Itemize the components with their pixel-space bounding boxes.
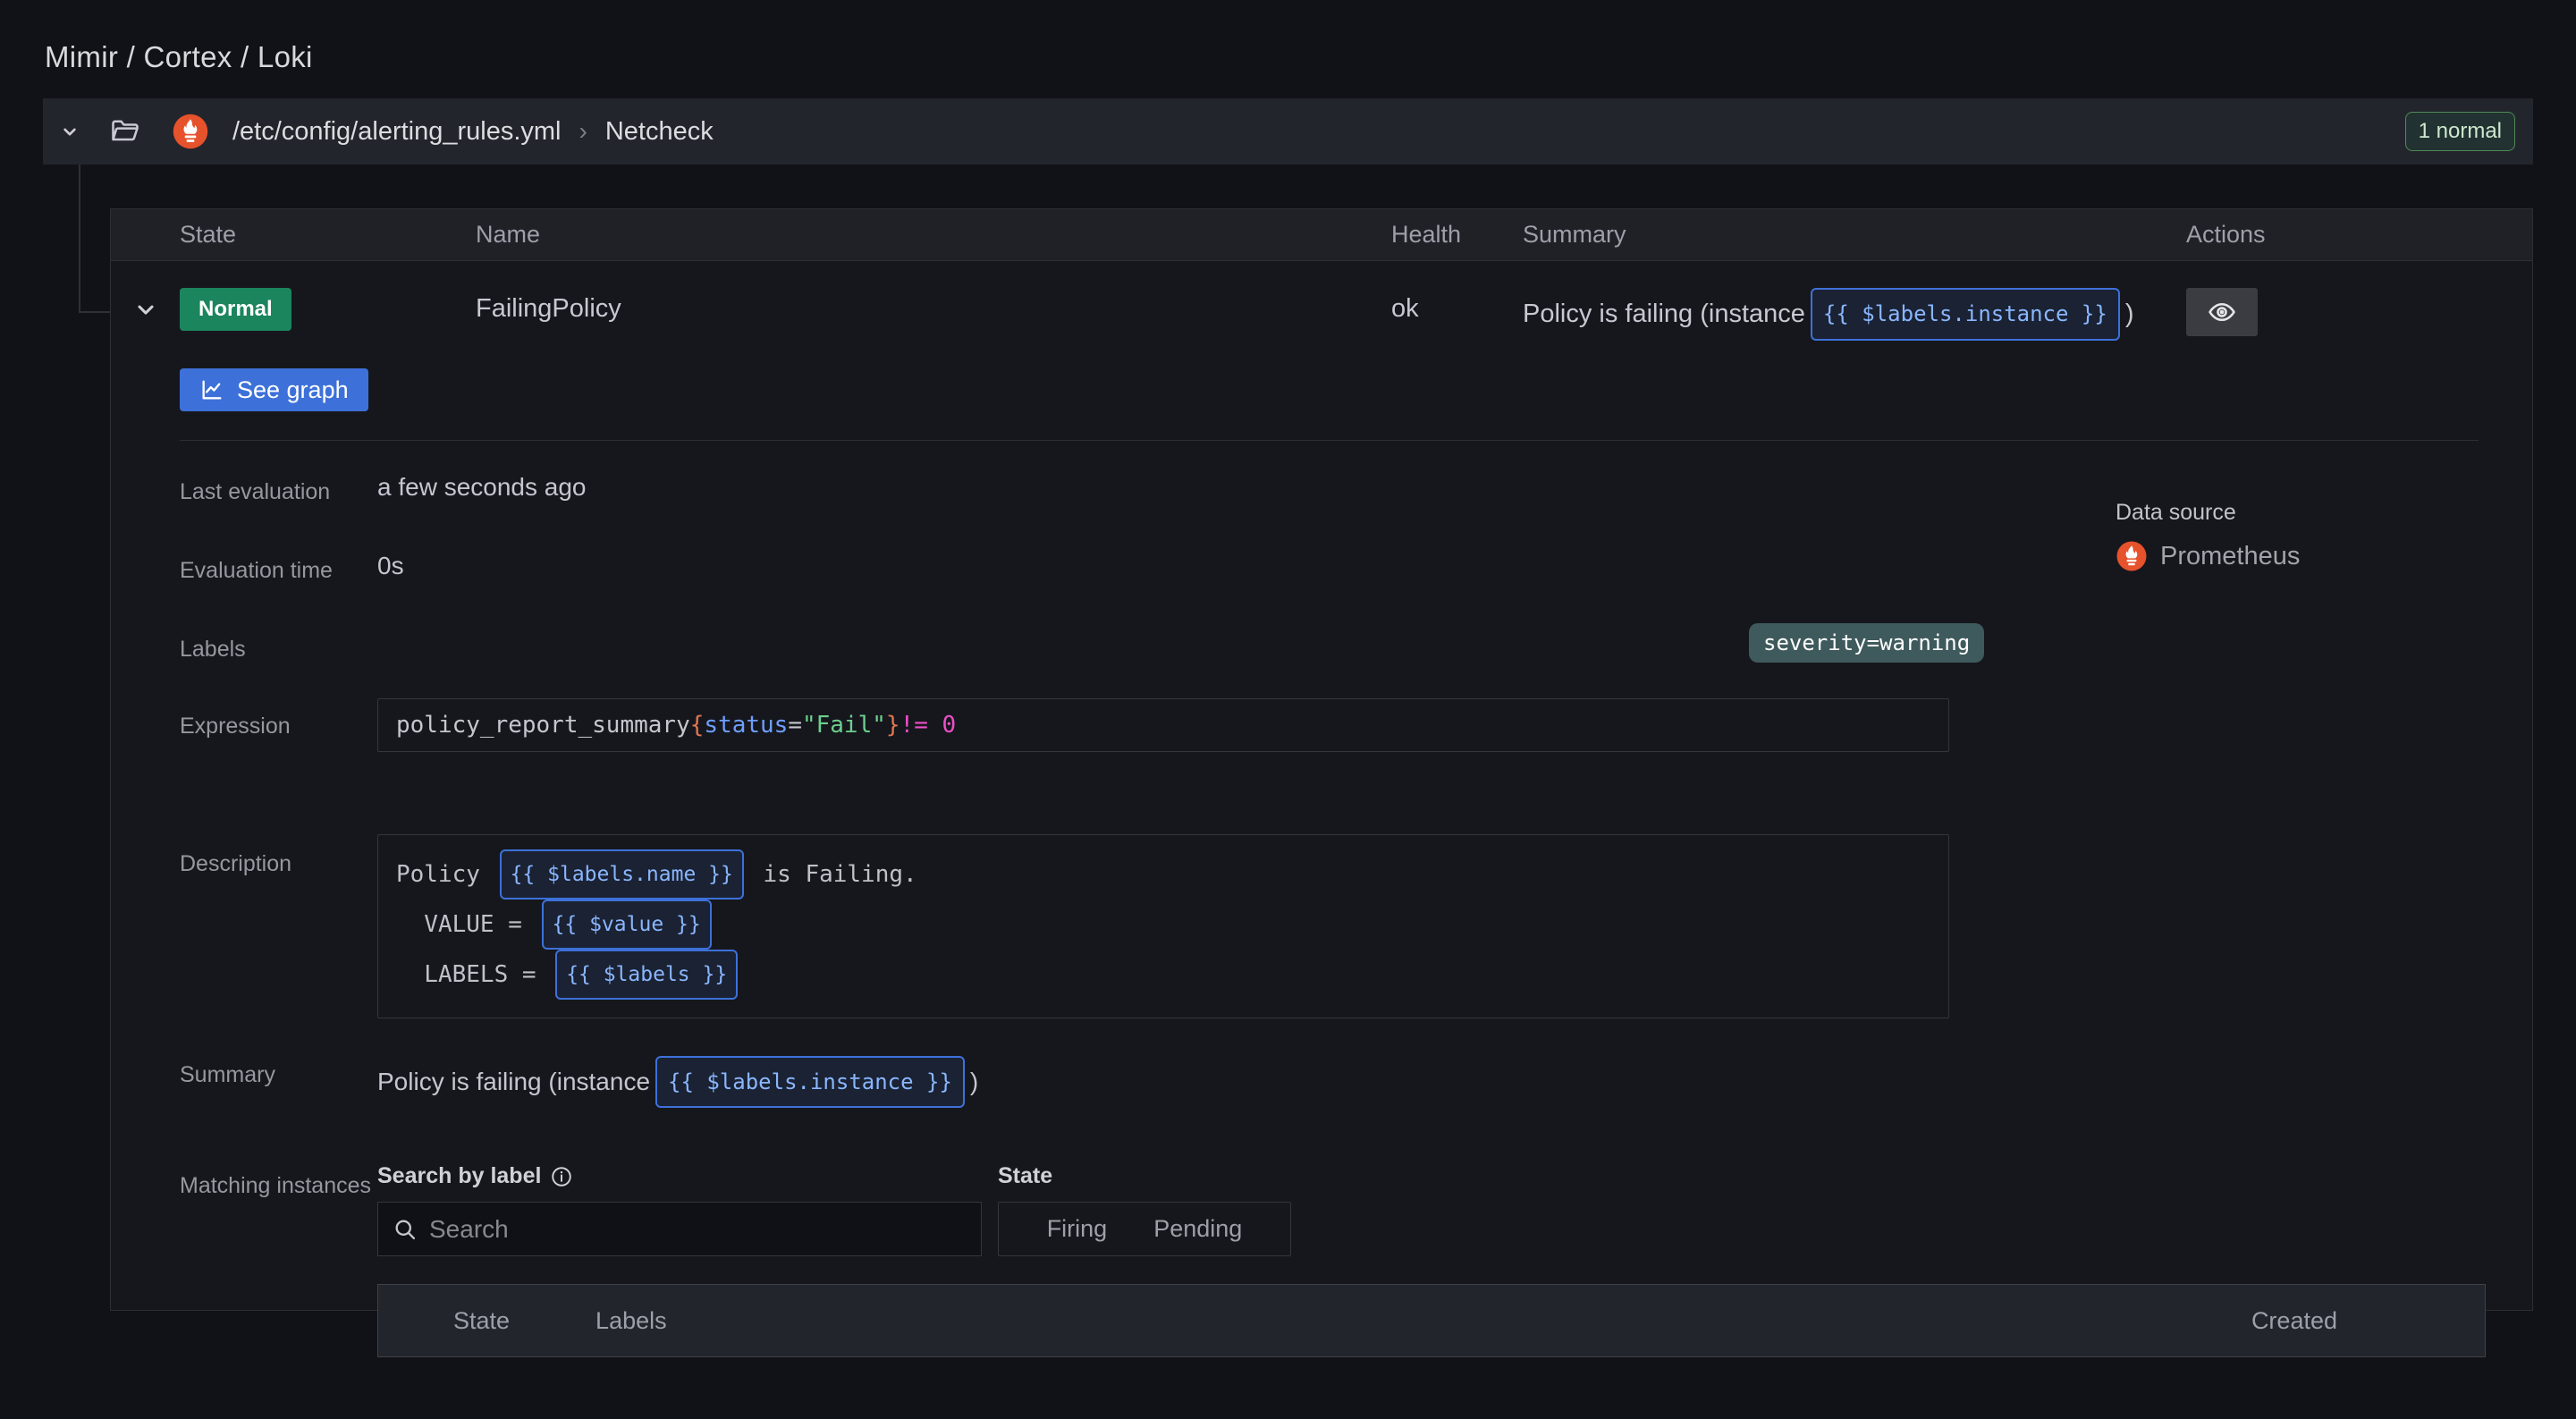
- collapse-group-button[interactable]: [43, 98, 97, 165]
- template-chip: {{ $labels }}: [555, 950, 738, 1000]
- state-filter-label: State: [998, 1163, 1291, 1189]
- state-filter-group: Firing Pending: [998, 1202, 1291, 1256]
- template-chip: {{ $labels.instance }}: [1811, 288, 2120, 341]
- view-rule-button[interactable]: [2186, 288, 2258, 336]
- expression-token: status: [704, 712, 788, 739]
- group-status-badge: 1 normal: [2405, 112, 2515, 151]
- rule-group-name: Netcheck: [605, 117, 714, 147]
- tree-guide-horizontal: [79, 311, 111, 313]
- pending-filter-button[interactable]: Pending: [1130, 1203, 1265, 1255]
- description-line: Policy {{ $labels.name }} is Failing.: [396, 849, 1930, 900]
- rule-name: FailingPolicy: [476, 288, 1391, 330]
- search-field[interactable]: [377, 1202, 982, 1256]
- summary-value: Policy is failing (instance {{ $labels.i…: [377, 1056, 978, 1108]
- rule-file-path: /etc/config/alerting_rules.yml: [232, 117, 562, 147]
- rule-state-badge: Normal: [180, 288, 291, 331]
- section-divider: [180, 440, 2479, 441]
- datasource-label: Data source: [2116, 500, 2527, 526]
- rule-group-bar[interactable]: /etc/config/alerting_rules.yml › Netchec…: [43, 98, 2533, 165]
- rule-detail-section: See graph Last evaluation a few seconds …: [111, 341, 2532, 1357]
- rules-panel: State Name Health Summary Actions Normal…: [110, 208, 2533, 1311]
- page-title: Mimir / Cortex / Loki: [45, 40, 313, 74]
- datasource-value: Prometheus: [2160, 542, 2300, 571]
- search-input[interactable]: [429, 1215, 967, 1244]
- expression-row: Expression policy_report_summary{status=…: [180, 698, 2532, 752]
- instances-header-state: State: [453, 1307, 510, 1335]
- template-chip: {{ $labels.instance }}: [655, 1056, 965, 1108]
- tree-guide-vertical: [79, 165, 80, 312]
- expression-value: policy_report_summary{status="Fail"} != …: [377, 698, 1949, 752]
- rule-health: ok: [1391, 288, 1523, 330]
- expression-token: policy_report_summary: [396, 712, 690, 739]
- instances-header-labels: Labels: [595, 1307, 667, 1335]
- rule-summary: Policy is failing (instance {{ $labels.i…: [1523, 288, 2186, 341]
- see-graph-button[interactable]: See graph: [180, 368, 368, 411]
- description-value: Policy {{ $labels.name }} is Failing. VA…: [377, 834, 1949, 1018]
- instances-table-header: State Labels Created: [377, 1284, 2486, 1357]
- header-health: Health: [1391, 221, 1523, 249]
- expression-token: {: [690, 712, 705, 739]
- eye-icon: [2207, 297, 2237, 327]
- search-icon: [393, 1217, 418, 1242]
- rule-row: Normal FailingPolicy ok Policy is failin…: [111, 261, 2532, 341]
- expand-rule-button[interactable]: [111, 288, 180, 322]
- datasource-block: Data source Prometheus: [2116, 500, 2527, 572]
- firing-filter-button[interactable]: Firing: [1024, 1203, 1131, 1255]
- header-actions: Actions: [2186, 221, 2532, 249]
- info-icon[interactable]: [550, 1165, 573, 1188]
- prometheus-icon: [2116, 540, 2148, 572]
- description-row: Description Policy {{ $labels.name }} is…: [180, 834, 2532, 1018]
- description-line: LABELS = {{ $labels }}: [396, 950, 1930, 1000]
- expression-token: "Fail": [802, 712, 886, 739]
- label-pill: severity=warning: [1749, 623, 1984, 663]
- header-summary: Summary: [1523, 221, 2186, 249]
- matching-instances-label: Matching instances: [180, 1163, 377, 1204]
- header-state: State: [180, 221, 476, 249]
- chevron-down-icon: [58, 120, 81, 143]
- breadcrumb-separator: ›: [579, 117, 587, 146]
- template-chip: {{ $labels.name }}: [500, 849, 744, 900]
- search-by-label: Search by label: [377, 1163, 982, 1189]
- chevron-down-icon: [133, 297, 158, 322]
- rules-table-header: State Name Health Summary Actions: [111, 209, 2532, 261]
- graph-icon: [199, 377, 224, 402]
- summary-row: Summary Policy is failing (instance {{ $…: [180, 1056, 2532, 1108]
- template-chip: {{ $value }}: [542, 900, 712, 950]
- prometheus-icon: [172, 113, 209, 150]
- folder-icon: [109, 115, 141, 148]
- labels-row: Labels severity=warning: [180, 630, 2532, 668]
- matching-instances-row: Matching instances Search by label: [180, 1163, 2532, 1357]
- expression-token: != 0: [900, 712, 957, 739]
- expression-token: }: [886, 712, 900, 739]
- header-name: Name: [476, 221, 1391, 249]
- last-evaluation-value: a few seconds ago: [377, 473, 587, 502]
- expression-token: =: [788, 712, 802, 739]
- description-line: VALUE = {{ $value }}: [396, 900, 1930, 950]
- instances-header-created: Created: [2251, 1307, 2337, 1335]
- evaluation-time-value: 0s: [377, 552, 404, 580]
